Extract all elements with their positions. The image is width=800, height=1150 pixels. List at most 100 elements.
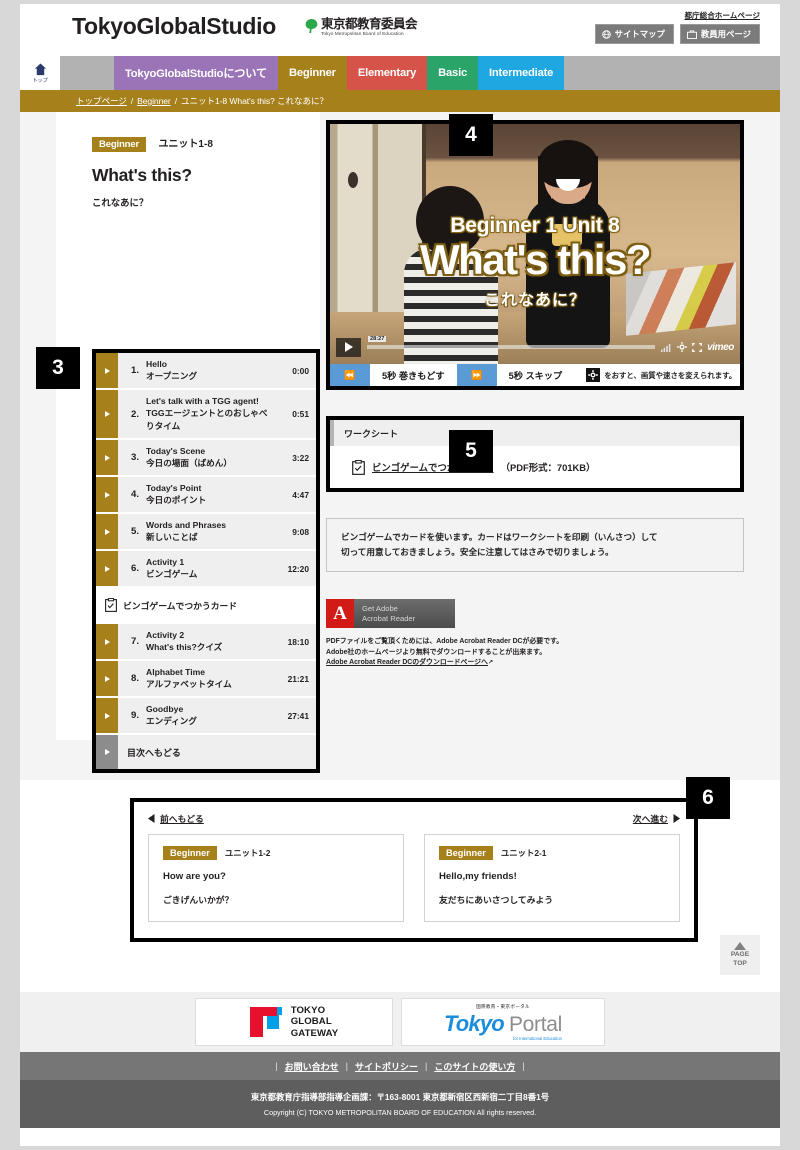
video-player[interactable]: Beginner 1 Unit 8 What's this? これなあに？ 28…: [326, 120, 744, 390]
sitemap-button[interactable]: サイトマップ: [594, 24, 674, 44]
video-icons: vimeo: [661, 342, 734, 353]
back-to-index-label: 目次へもどる: [127, 747, 181, 758]
play-bar: [96, 661, 118, 696]
annotation-badge-3: 3: [36, 347, 80, 389]
tokyo-portal-portal: Portal: [508, 1012, 563, 1036]
rewind-label[interactable]: 5秒 巻きもどす: [370, 364, 457, 386]
footer-copyright: Copyright (C) TOKYO METROPOLITAN BOARD O…: [263, 1108, 537, 1117]
breadcrumb-sep-1: /: [130, 96, 134, 106]
tgg-logo[interactable]: TOKYO GLOBAL GATEWAY: [195, 998, 393, 1046]
main-nav: トップ TokyoGlobalStudioについて Beginner Eleme…: [20, 56, 780, 90]
video-controlbar[interactable]: vimeo: [330, 334, 740, 360]
table-row[interactable]: 2. Let's talk with a TGG agent! TGGエージェント…: [96, 390, 316, 440]
nav-item-elementary[interactable]: Elementary: [346, 56, 428, 90]
page-top-button[interactable]: PAGE TOP: [720, 935, 760, 975]
video-overlay-line1: Beginner 1 Unit 8: [450, 214, 620, 237]
worksheet-heading: ワークシート: [330, 420, 740, 446]
next-card-title-ja: 友だちにあいさつしてみよう: [439, 895, 554, 905]
forward-label[interactable]: 5秒 スキップ: [497, 364, 575, 386]
table-row[interactable]: 7. Activity 2 What's this?クイズ 18:10: [96, 624, 316, 661]
site-header: TokyoGlobalStudio 東京都教育委員会 Tokyo Metropo…: [20, 4, 780, 56]
green-leaf-icon: [305, 19, 318, 33]
tgg-logo-line2: GLOBAL: [290, 1016, 332, 1028]
site-logo[interactable]: TokyoGlobalStudio: [72, 13, 276, 40]
chapter-worksheet-row[interactable]: ビンゴゲームでつかうカード: [96, 588, 316, 624]
gear-icon[interactable]: [677, 342, 688, 352]
chapter-title-en: Activity 2: [146, 630, 185, 640]
footer-link-contact[interactable]: お問い合わせ: [285, 1060, 339, 1073]
adobe-button-line1: Get Adobe: [362, 603, 398, 613]
footer-link-policy[interactable]: サイトポリシー: [355, 1060, 418, 1073]
footer-divider: |: [275, 1061, 278, 1071]
chapter-number: 9.: [130, 710, 139, 721]
chapter-title-ja: 新しいことば: [146, 532, 198, 542]
nav-item-about[interactable]: TokyoGlobalStudioについて: [114, 56, 278, 90]
metro-homepage-link[interactable]: 都庁総合ホームページ: [684, 10, 760, 21]
signal-icon[interactable]: [661, 343, 672, 352]
chapter-number: 7.: [130, 636, 139, 647]
worksheet-box: ワークシート ビンゴゲームでつかうカード （PDF形式：701KB）: [326, 416, 744, 492]
board-of-education-logo[interactable]: 東京都教育委員会 Tokyo Metropolitan Board of Edu…: [305, 18, 418, 37]
next-card-badge: Beginner: [439, 846, 493, 860]
play-triangle-icon: [104, 528, 110, 535]
footer-link-howto[interactable]: このサイトの使い方: [434, 1060, 515, 1073]
chapter-time: 0:51: [292, 409, 309, 419]
video-frame[interactable]: Beginner 1 Unit 8 What's this? これなあに？ 28…: [330, 124, 740, 364]
rewind-icon: ⏪: [344, 369, 356, 380]
instruction-note-line2: 切って用意しておきましょう。安全に注意してはさみで切りましょう。: [341, 547, 614, 557]
table-row[interactable]: 5. Words and Phrases 新しいことば 9:08: [96, 514, 316, 551]
play-triangle-icon: [104, 712, 110, 719]
footer-divider: |: [522, 1061, 525, 1071]
forward-button[interactable]: ⏩: [456, 364, 497, 386]
nav-item-basic[interactable]: Basic: [427, 56, 479, 90]
page-subtitle: これなあに？: [92, 197, 149, 208]
play-button[interactable]: [336, 337, 361, 357]
clipboard-icon: [105, 598, 117, 612]
breadcrumb-item-beginner[interactable]: Beginner: [137, 96, 171, 106]
rewind-button[interactable]: ⏪: [330, 364, 370, 386]
instruction-note: ビンゴゲームでカードを使います。カードはワークシートを印刷（いんさつ）して 切っ…: [326, 518, 744, 572]
footer-bottom: 東京都教育庁指導部指導企画課：〒163-8001 東京都新宿区西新宿二丁目8番1…: [20, 1080, 780, 1128]
table-row[interactable]: 8. Alphabet Time アルファベットタイム 21:21: [96, 661, 316, 698]
next-link-label: 次へ進む: [632, 814, 668, 824]
unit-label: ユニット1-8: [158, 139, 213, 150]
annotation-badge-5: 5: [449, 430, 493, 472]
nav-item-beginner[interactable]: Beginner: [277, 56, 347, 90]
vimeo-logo: vimeo: [707, 341, 734, 353]
annotation-badge-4: 4: [449, 114, 493, 156]
prev-link-label: 前へもどる: [160, 814, 204, 824]
adobe-section: A Get Adobe Acrobat Reader PDFファイルをご覧頂くた…: [326, 599, 744, 669]
chapter-time: 9:08: [292, 526, 309, 537]
prev-link[interactable]: 前へもどる: [148, 812, 204, 825]
prev-lesson-card[interactable]: Beginner ユニット1-2 How are you? ごきげんいかが？: [148, 834, 404, 922]
chapter-time: 21:21: [287, 673, 309, 684]
fullscreen-icon[interactable]: [692, 342, 702, 352]
teacher-page-button[interactable]: 教員用ページ: [679, 24, 760, 44]
nav-item-intermediate[interactable]: Intermediate: [478, 56, 565, 90]
progress-bar[interactable]: [367, 345, 656, 349]
breadcrumb-item-top[interactable]: トップページ: [76, 95, 127, 107]
next-link[interactable]: 次へ進む: [633, 812, 680, 825]
chapter-title-ja: ビンゴゲーム: [146, 569, 198, 579]
nav-spacer: [60, 56, 114, 90]
table-row[interactable]: 9. Goodbye エンディング 27:41: [96, 698, 316, 735]
worksheet-body: ビンゴゲームでつかうカード （PDF形式：701KB）: [330, 446, 740, 488]
play-icon: [344, 342, 353, 352]
adobe-text-line2: Adobe社のホームページより無料でダウンロードすることが出来ます。: [326, 648, 547, 656]
next-lesson-card[interactable]: Beginner ユニット2-1 Hello,my friends! 友だちにあ…: [424, 834, 680, 922]
play-bar: [96, 735, 118, 769]
chapter-title-en: Let's talk with a TGG agent!: [146, 396, 259, 406]
table-row[interactable]: 1. Hello オープニング 0:00: [96, 353, 316, 390]
nav-home[interactable]: トップ: [20, 56, 60, 90]
next-card-title-en: Hello,my friends!: [439, 871, 517, 882]
get-adobe-reader-button[interactable]: A Get Adobe Acrobat Reader: [326, 599, 455, 628]
forward-icon: ⏩: [471, 369, 483, 380]
chapter-title-ja: アルファベットタイム: [146, 679, 232, 689]
table-row[interactable]: 3. Today's Scene 今日の場面（ばめん） 3:22: [96, 440, 316, 477]
table-row[interactable]: 6. Activity 1 ビンゴゲーム 12:20: [96, 551, 316, 588]
tokyo-portal-logo[interactable]: 国際教育・東京ポータル Tokyo Portal for Internation…: [401, 998, 605, 1046]
back-to-index-row[interactable]: 目次へもどる: [96, 735, 316, 769]
play-triangle-icon: [104, 565, 110, 572]
table-row[interactable]: 4. Today's Point 今日のポイント 4:47: [96, 477, 316, 514]
adobe-download-link[interactable]: Adobe Acrobat Reader DCのダウンロードページへ: [326, 659, 488, 666]
